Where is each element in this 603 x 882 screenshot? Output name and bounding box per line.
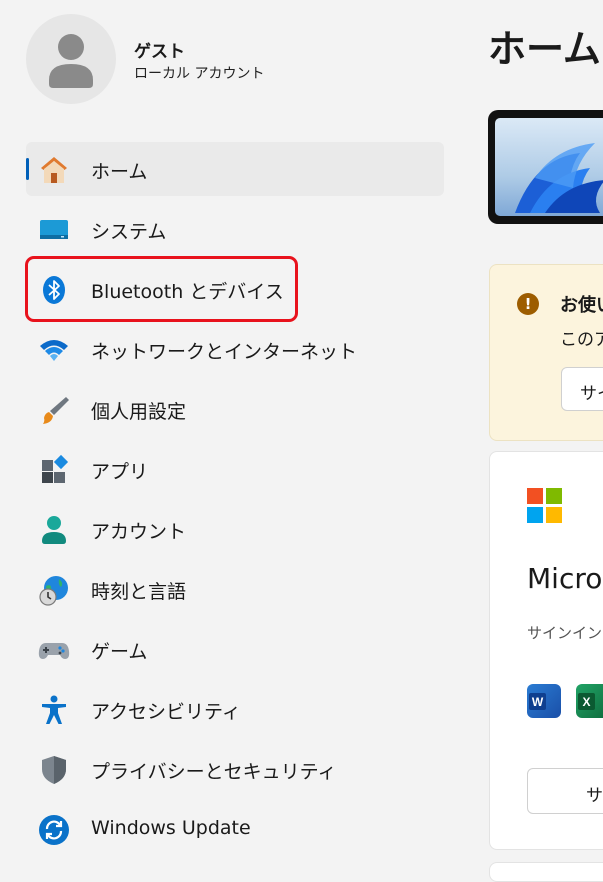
bluetooth-icon (38, 274, 70, 306)
update-icon (38, 814, 70, 846)
sidebar-item-network[interactable]: ネットワークとインターネット (26, 322, 444, 376)
selection-indicator (26, 158, 29, 180)
notice-card: ! お使い このア サイ (489, 264, 603, 441)
sidebar-item-privacy-security[interactable]: プライバシーとセキュリティ (26, 742, 444, 796)
wallpaper-image (495, 118, 603, 216)
monitor-icon (38, 214, 70, 246)
sidebar-item-home[interactable]: ホーム (26, 142, 444, 196)
sidebar-item-label: システム (91, 221, 167, 243)
svg-text:X: X (582, 695, 590, 709)
notice-button[interactable]: サイ (561, 367, 603, 411)
sidebar-item-gaming[interactable]: ゲーム (26, 622, 444, 676)
sidebar-nav: ホーム システム Bluetooth とデバイス ネットワークとインターネット … (26, 142, 444, 862)
next-card (489, 862, 603, 882)
account-type: ローカル アカウント (134, 66, 265, 82)
notice-description: このア (560, 330, 603, 350)
sidebar-item-accounts[interactable]: アカウント (26, 502, 444, 556)
sidebar-item-label: ネットワークとインターネット (91, 341, 358, 363)
sidebar-item-label: アプリ (91, 461, 149, 483)
excel-icon: X (576, 684, 603, 718)
avatar[interactable] (26, 14, 116, 104)
sign-in-button[interactable]: サ (527, 768, 603, 814)
sidebar-item-label: ゲーム (91, 641, 148, 663)
globe-clock-icon (38, 574, 70, 606)
apps-icon (38, 454, 70, 486)
sidebar-item-time-language[interactable]: 時刻と言語 (26, 562, 444, 616)
sidebar-item-label: 時刻と言語 (91, 581, 187, 603)
sidebar-item-bluetooth-devices[interactable]: Bluetooth とデバイス (26, 262, 444, 316)
sidebar-item-personalization[interactable]: 個人用設定 (26, 382, 444, 436)
accessibility-icon (38, 694, 70, 726)
card-description: サインイン (527, 624, 603, 642)
sidebar-item-label: アカウント (91, 521, 187, 543)
sidebar-item-label: Bluetooth とデバイス (91, 281, 284, 303)
microsoft-logo-icon (527, 488, 563, 524)
sidebar-item-label: 個人用設定 (91, 401, 187, 423)
microsoft-account-card: Micro サインイン W X サ (489, 451, 603, 850)
sidebar-item-apps[interactable]: アプリ (26, 442, 444, 496)
sign-in-button-label: サ (586, 786, 603, 806)
account-icon (38, 514, 70, 546)
sidebar-item-label: Windows Update (91, 817, 251, 839)
svg-text:W: W (532, 695, 544, 709)
sidebar-item-windows-update[interactable]: Windows Update (26, 802, 444, 856)
card-title: Micro (527, 562, 603, 595)
notice-title: お使い (560, 295, 603, 316)
notice-button-label: サイ (580, 384, 603, 404)
warning-icon: ! (517, 293, 539, 315)
device-preview (488, 110, 603, 224)
user-name: ゲスト (134, 42, 185, 62)
gamepad-icon (38, 634, 70, 666)
sidebar-item-label: プライバシーとセキュリティ (91, 761, 337, 783)
home-icon (38, 154, 70, 186)
wifi-icon (38, 334, 70, 366)
person-icon (49, 34, 93, 88)
shield-icon (38, 754, 70, 786)
page-title: ホーム (488, 27, 601, 71)
brush-icon (38, 394, 70, 426)
sidebar-item-label: ホーム (91, 161, 148, 183)
sidebar-item-system[interactable]: システム (26, 202, 444, 256)
sidebar-item-accessibility[interactable]: アクセシビリティ (26, 682, 444, 736)
word-icon: W (527, 684, 561, 718)
sidebar-item-label: アクセシビリティ (91, 701, 241, 723)
